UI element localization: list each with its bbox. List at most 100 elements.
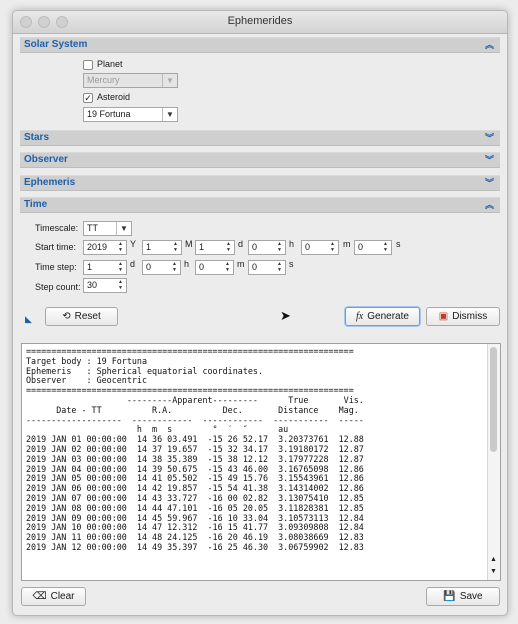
ephemeris-row: 2019 JAN 09 00:00:00 14 45 59.967 -16 10… [26,512,364,523]
section-observer[interactable]: Observer ︾ [20,152,500,168]
section-observer-label: Observer [24,154,68,165]
ephemeris-row: 2019 JAN 08 00:00:00 14 44 47.101 -16 05… [26,502,364,513]
section-stars-label: Stars [24,132,50,143]
asteroid-label: Asteroid [97,92,131,102]
step-count-spinbox[interactable]: 30 ▲ ▼ [83,278,127,293]
output-scrollbar[interactable]: ▲ ▼ [487,344,500,580]
clear-label: Clear [50,591,75,602]
start-day-unit: d [238,239,244,249]
spin-arrows-icon[interactable]: ▲ ▼ [169,261,180,274]
expand-arrows-icon[interactable]: ︾ [485,131,494,145]
spin-arrows-icon[interactable]: ▲ ▼ [327,241,338,254]
section-ephemeris[interactable]: Ephemeris ︾ [20,175,500,191]
asteroid-select-value: 19 Fortuna [87,109,131,119]
scrollbar-thumb[interactable] [490,347,497,452]
save-label: Save [459,591,483,602]
resize-corner-icon: ◣ [25,314,32,324]
section-stars[interactable]: Stars ︾ [20,130,500,146]
spin-arrows-icon[interactable]: ▲ ▼ [222,261,233,274]
window-title: Ephemerides [227,15,293,27]
start-day-value: 1 [199,242,205,252]
section-ephemeris-label: Ephemeris [24,177,76,188]
reset-label: Reset [74,311,101,322]
asteroid-checkbox[interactable]: ✓ [83,93,93,103]
spin-arrows-icon[interactable]: ▲ ▼ [115,261,126,274]
ephemeris-row: 2019 JAN 03 00:00:00 14 38 35.389 -15 38… [26,453,364,464]
spin-arrows-icon[interactable]: ▲ ▼ [274,241,285,254]
output-header-line: ========================================… [26,346,354,356]
expand-arrows-icon[interactable]: ︾ [485,176,494,190]
start-month-unit: M [185,239,193,249]
ephemeris-row: 2019 JAN 04 00:00:00 14 39 50.675 -15 43… [26,463,364,474]
spin-arrows-icon[interactable]: ▲ ▼ [380,241,391,254]
start-year-spinbox[interactable]: 2019 ▲ ▼ [83,240,127,255]
output-header-line: Date - TT R.A. Dec. Distance Mag. [56,404,359,415]
mouse-cursor-icon: ➤ [280,308,291,323]
section-time[interactable]: Time ︽ [20,197,500,213]
step-seconds-value: 0 [252,262,258,272]
output-header-line: ---------Apparent--------- True Vis. [126,394,364,405]
spin-arrows-icon[interactable]: ▲ ▼ [223,241,234,254]
start-year-unit: Y [130,239,137,249]
generate-label: Generate [367,311,409,322]
title-bar: Ephemerides [13,11,507,34]
timescale-select[interactable]: TT ▼ [83,221,132,236]
spin-arrows-icon[interactable]: ▲ ▼ [170,241,181,254]
spin-arrows-icon[interactable]: ▲ ▼ [115,241,126,254]
start-minute-spinbox[interactable]: 0 ▲ ▼ [301,240,339,255]
start-hour-value: 0 [252,242,258,252]
clear-icon: ⌫ [32,591,47,602]
section-solar-system[interactable]: Solar System ︽ [20,37,500,53]
function-icon: fx [356,311,364,322]
start-hour-spinbox[interactable]: 0 ▲ ▼ [248,240,286,255]
planet-select-value: Mercury [87,75,120,85]
output-header-line: h m s ° ′ ″ au [136,424,289,435]
spin-arrows-icon[interactable]: ▲ ▼ [115,279,126,292]
step-count-label: Step count: [35,282,81,292]
chevron-down-icon: ▼ [162,74,177,87]
step-minutes-unit: m [237,259,245,269]
save-button[interactable]: 💾 Save [426,587,500,606]
ephemeris-row: 2019 JAN 01 00:00:00 14 36 03.491 -15 26… [26,434,364,445]
ephemeris-output[interactable]: ========================================… [21,343,501,581]
start-month-spinbox[interactable]: 1 ▲ ▼ [142,240,182,255]
start-year-value: 2019 [87,242,108,252]
ephemeris-row: 2019 JAN 12 00:00:00 14 49 35.397 -16 25… [26,541,364,552]
step-minutes-spinbox[interactable]: 0 ▲ ▼ [195,260,234,275]
step-seconds-unit: s [289,259,294,269]
planet-checkbox[interactable] [83,60,93,70]
step-days-unit: d [130,259,136,269]
start-day-spinbox[interactable]: 1 ▲ ▼ [195,240,235,255]
output-header-line: Ephemeris : Spherical equatorial coordin… [26,365,263,376]
ephemeris-row: 2019 JAN 06 00:00:00 14 42 19.857 -15 54… [26,483,364,494]
ephemeris-row: 2019 JAN 11 00:00:00 14 48 24.125 -16 20… [26,532,364,543]
start-second-unit: s [396,239,401,249]
step-hours-spinbox[interactable]: 0 ▲ ▼ [142,260,181,275]
expand-arrows-icon[interactable]: ︾ [485,153,494,167]
reset-button[interactable]: ⟲ Reset [45,307,118,326]
section-solar-system-label: Solar System [24,39,88,50]
chevron-down-icon: ▼ [116,222,131,235]
scroll-up-icon[interactable]: ▲ [490,556,497,563]
dismiss-button[interactable]: ▣ Dismiss [426,307,500,326]
spin-arrows-icon[interactable]: ▲ ▼ [274,261,285,274]
start-hour-unit: h [289,239,295,249]
output-header-line: Observer : Geocentric [26,375,148,386]
planet-select[interactable]: Mercury ▼ [83,73,178,88]
dismiss-icon: ▣ [438,311,449,322]
asteroid-select[interactable]: 19 Fortuna ▼ [83,107,178,122]
start-minute-value: 0 [305,242,311,252]
dismiss-label: Dismiss [452,311,488,322]
collapse-arrows-icon[interactable]: ︽ [485,198,494,212]
planet-label: Planet [97,59,123,69]
output-header-line: ------------------- ------------ -------… [26,414,364,425]
collapse-arrows-icon[interactable]: ︽ [485,38,494,52]
step-seconds-spinbox[interactable]: 0 ▲ ▼ [248,260,286,275]
start-second-spinbox[interactable]: 0 ▲ ▼ [354,240,392,255]
generate-button[interactable]: fx Generate [345,307,420,326]
scroll-down-icon[interactable]: ▼ [490,568,497,575]
time-step-label: Time step: [35,262,77,272]
step-days-spinbox[interactable]: 1 ▲ ▼ [83,260,127,275]
output-header-line: ========================================… [26,385,354,396]
clear-button[interactable]: ⌫ Clear [21,587,86,606]
